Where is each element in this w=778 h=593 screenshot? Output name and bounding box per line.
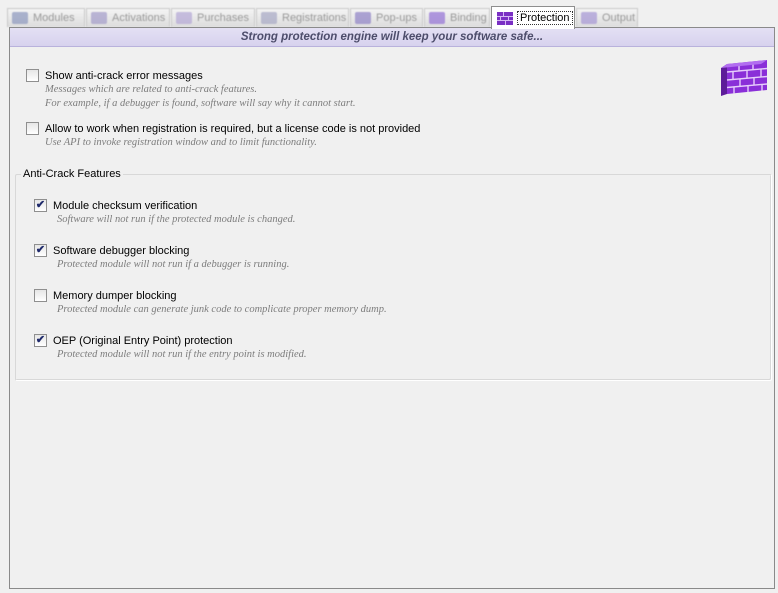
tab-label: Binding bbox=[450, 12, 487, 24]
tab-purchases[interactable]: Purchases bbox=[171, 8, 255, 27]
oep-protection-checkbox[interactable]: ✔ bbox=[34, 334, 47, 347]
popups-icon bbox=[355, 12, 371, 24]
memory-dumper-label: Memory dumper blocking bbox=[53, 290, 177, 302]
debugger-blocking-checkbox[interactable]: ✔ bbox=[34, 244, 47, 257]
module-checksum-option: ✔ Module checksum verification Software … bbox=[34, 199, 295, 227]
allow-no-license-desc: Use API to invoke registration window an… bbox=[45, 137, 317, 148]
memory-dumper-checkbox[interactable] bbox=[34, 289, 47, 302]
tab-binding[interactable]: Binding bbox=[424, 8, 490, 27]
tab-label: Purchases bbox=[197, 12, 249, 24]
show-errors-desc-2: For example, if a debugger is found, sof… bbox=[45, 98, 356, 109]
show-errors-label: Show anti-crack error messages bbox=[45, 70, 203, 82]
tab-label: Output bbox=[602, 12, 636, 24]
debugger-blocking-label: Software debugger blocking bbox=[53, 245, 190, 257]
brick-wall-icon bbox=[721, 60, 769, 96]
modules-icon bbox=[12, 12, 28, 24]
registrations-icon bbox=[261, 12, 277, 24]
activations-icon bbox=[91, 12, 107, 24]
binding-icon bbox=[429, 12, 445, 24]
tab-label: Pop-ups bbox=[376, 12, 417, 24]
oep-protection-desc: Protected module will not run if the ent… bbox=[57, 349, 307, 360]
allow-no-license-option: Allow to work when registration is requi… bbox=[26, 122, 420, 150]
module-checksum-checkbox[interactable]: ✔ bbox=[34, 199, 47, 212]
debugger-blocking-desc: Protected module will not run if a debug… bbox=[57, 259, 290, 270]
show-errors-desc: Messages which are related to anti-crack… bbox=[45, 84, 257, 95]
tab-label: Modules bbox=[33, 12, 75, 24]
protection-panel: Strong protection engine will keep your … bbox=[9, 27, 775, 589]
tab-label: Registrations bbox=[282, 12, 347, 24]
show-errors-option: Show anti-crack error messages Messages … bbox=[26, 69, 356, 111]
brick-wall-icon bbox=[497, 11, 513, 25]
debugger-blocking-option: ✔ Software debugger blocking Protected m… bbox=[34, 244, 289, 272]
show-errors-checkbox[interactable] bbox=[26, 69, 39, 82]
tab-popups[interactable]: Pop-ups bbox=[350, 8, 423, 27]
oep-protection-label: OEP (Original Entry Point) protection bbox=[53, 335, 233, 347]
tab-modules[interactable]: Modules bbox=[7, 8, 85, 27]
memory-dumper-desc: Protected module can generate junk code … bbox=[57, 304, 387, 315]
output-icon bbox=[581, 12, 597, 24]
tab-activations[interactable]: Activations bbox=[86, 8, 170, 27]
tab-protection[interactable]: Protection bbox=[491, 6, 575, 29]
purchases-icon bbox=[176, 12, 192, 24]
memory-dumper-option: Memory dumper blocking Protected module … bbox=[34, 289, 387, 317]
tab-output[interactable]: Output bbox=[576, 8, 638, 27]
anti-crack-group-title: Anti-Crack Features bbox=[21, 167, 123, 181]
tab-label: Activations bbox=[112, 12, 166, 24]
module-checksum-label: Module checksum verification bbox=[53, 200, 198, 212]
tab-label: Protection bbox=[517, 11, 573, 25]
allow-no-license-label: Allow to work when registration is requi… bbox=[45, 123, 421, 135]
tab-strip: Modules Activations Purchases Registrati… bbox=[0, 0, 778, 29]
tab-registrations[interactable]: Registrations bbox=[256, 8, 349, 27]
allow-no-license-checkbox[interactable] bbox=[26, 122, 39, 135]
info-banner: Strong protection engine will keep your … bbox=[10, 28, 774, 47]
module-checksum-desc: Software will not run if the protected m… bbox=[57, 214, 296, 225]
oep-protection-option: ✔ OEP (Original Entry Point) protection … bbox=[34, 334, 307, 362]
